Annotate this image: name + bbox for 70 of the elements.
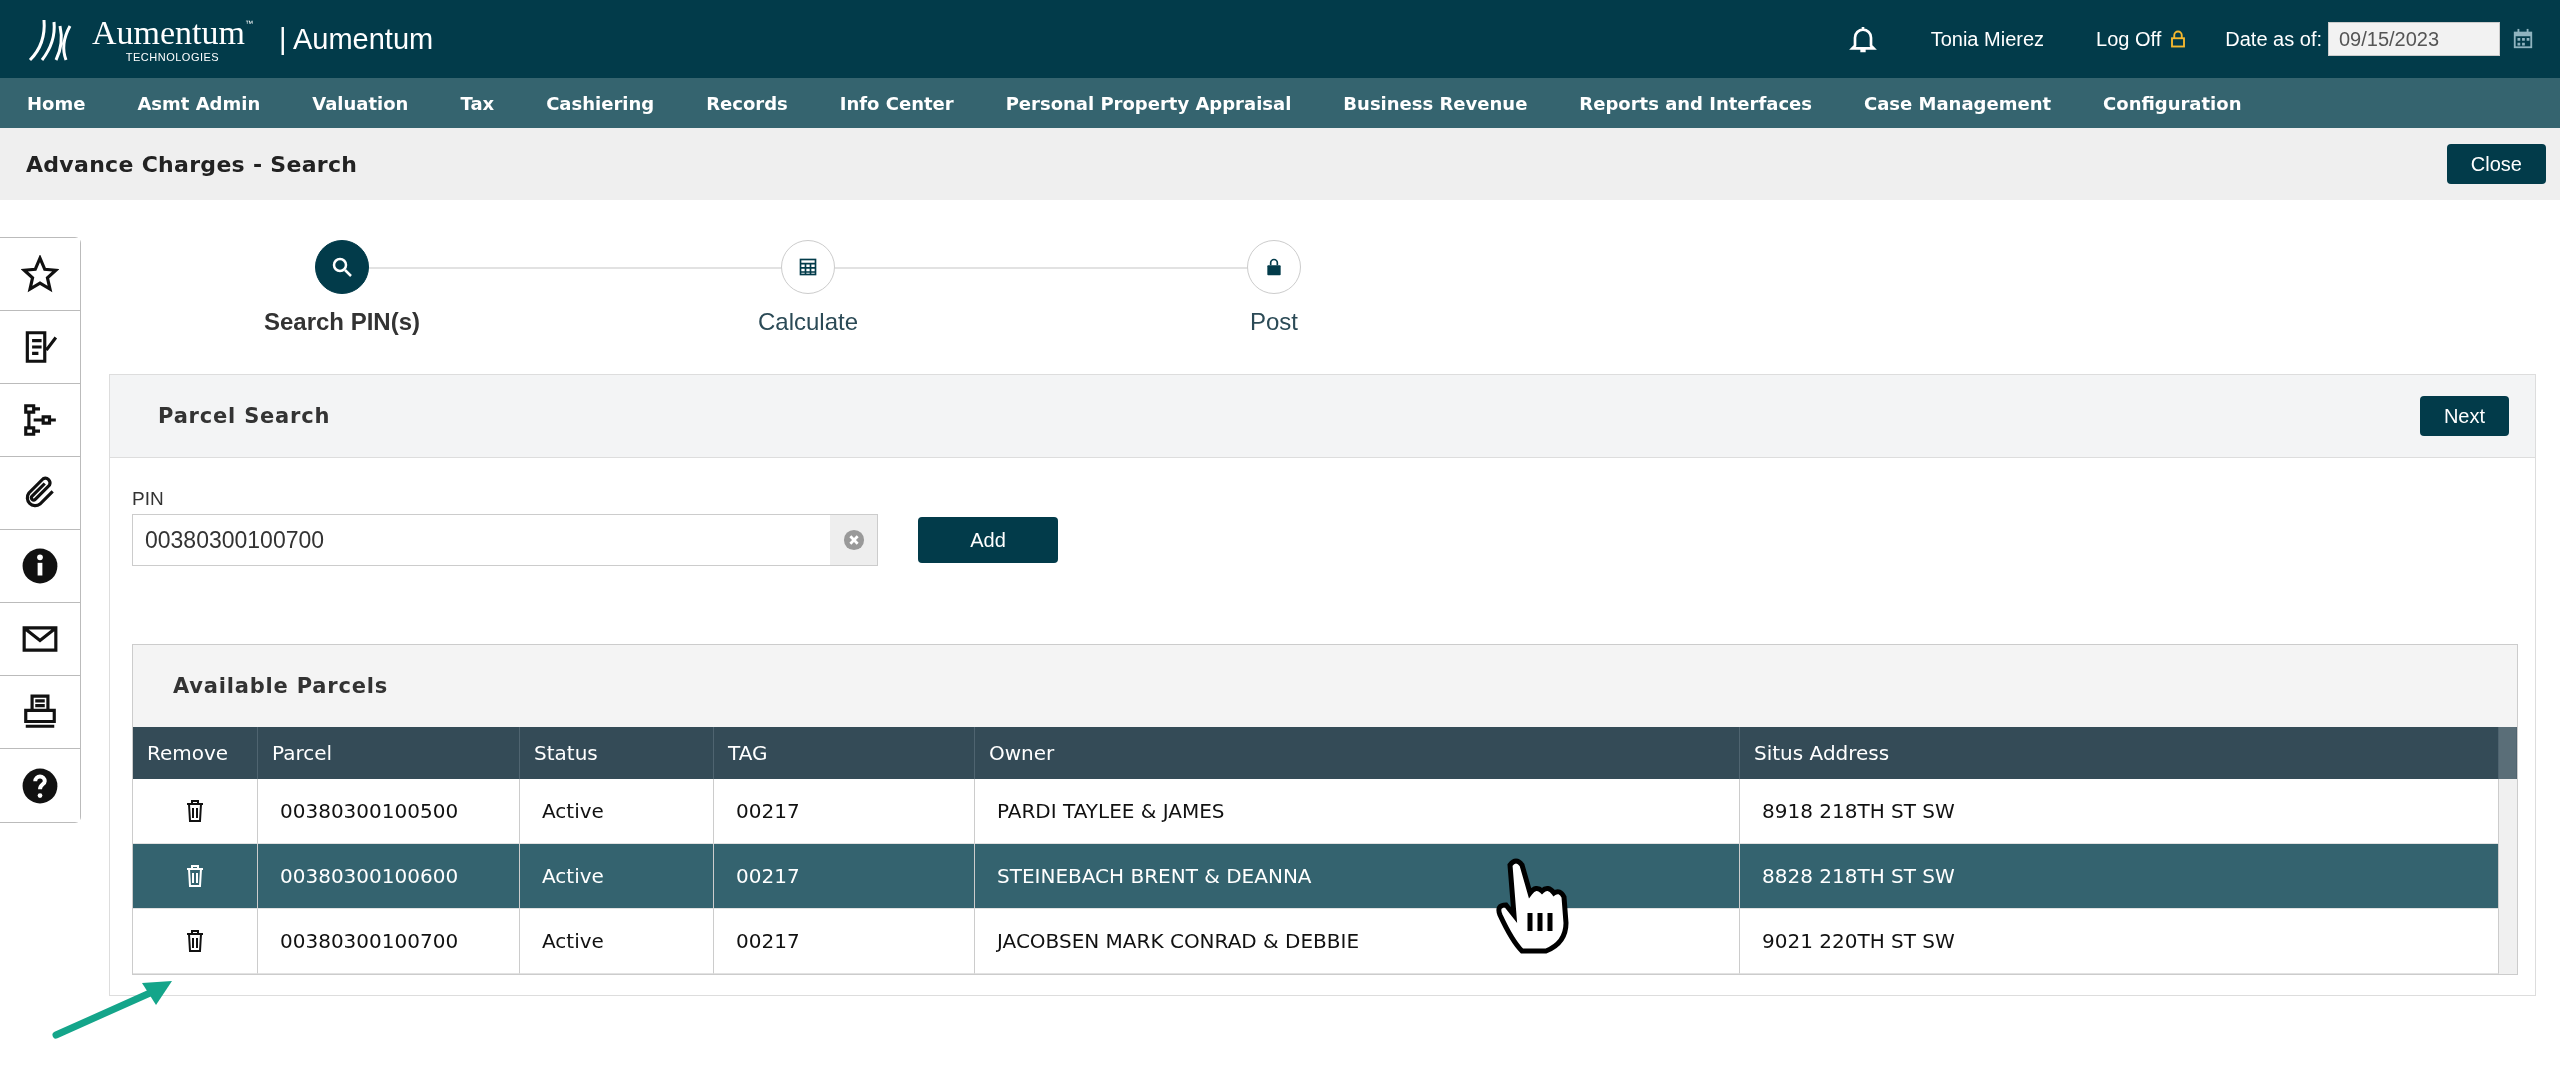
nav-menu-item[interactable]: Configuration xyxy=(2103,92,2242,114)
table-cell: 8918 218TH ST SW xyxy=(1740,779,2499,844)
table-cell: 8828 218TH ST SW xyxy=(1740,844,2499,909)
column-header: Remove xyxy=(133,727,258,779)
step-label: Calculate xyxy=(757,308,859,336)
column-header: Situs Address xyxy=(1740,727,2499,779)
app-title: | Aumentum xyxy=(279,22,434,56)
date-field[interactable]: 09/15/2023 xyxy=(2328,22,2500,56)
table-cell: 00217 xyxy=(714,779,975,844)
table-cell: Active xyxy=(520,779,714,844)
calculator-icon xyxy=(798,257,818,277)
help-icon xyxy=(21,766,59,805)
step-label: Post xyxy=(1250,308,1298,336)
date-label: Date as of: xyxy=(2225,27,2322,51)
nav-menu-item[interactable]: Personal Property Appraisal xyxy=(1005,92,1292,114)
scrollbar-corner xyxy=(2499,727,2517,779)
step-label: Search PIN(s) xyxy=(263,308,421,336)
log-off-link[interactable]: Log Off xyxy=(2096,27,2188,51)
nav-menu-item[interactable]: Reports and Interfaces xyxy=(1579,92,1812,114)
add-button[interactable]: Add xyxy=(918,517,1058,563)
nav-menu-item[interactable]: Records xyxy=(706,92,788,114)
nav-menu-item[interactable]: Business Revenue xyxy=(1343,92,1528,114)
delete-button[interactable] xyxy=(185,799,205,823)
nav-menu-item[interactable]: Info Center xyxy=(839,92,954,114)
trademark-mark: ™ xyxy=(245,19,253,28)
page-title: Advance Charges - Search xyxy=(26,151,358,177)
step-circle[interactable] xyxy=(315,240,369,294)
column-header: TAG xyxy=(714,727,975,779)
table-cell: 00217 xyxy=(714,909,975,974)
user-name: Tonia Mierez xyxy=(1930,27,2045,51)
close-button[interactable]: Close xyxy=(2446,144,2546,184)
table-cell: PARDI TAYLEE & JAMES xyxy=(975,779,1740,844)
lock-icon xyxy=(1264,257,1284,277)
printer-icon xyxy=(21,693,59,731)
star-icon xyxy=(21,255,59,293)
panel-title: Available Parcels xyxy=(173,674,389,698)
next-button[interactable]: Next xyxy=(2419,396,2509,436)
column-header: Owner xyxy=(975,727,1740,779)
trash-icon xyxy=(185,929,205,953)
nav-menu-item[interactable]: Cashiering xyxy=(546,92,655,114)
table-cell: 00380300100600 xyxy=(258,844,520,909)
table-cell: Active xyxy=(520,909,714,974)
column-header: Status xyxy=(520,727,714,779)
nav-menu-item[interactable]: Home xyxy=(27,92,86,114)
scrollbar[interactable] xyxy=(2499,779,2517,974)
table-cell: 00380300100500 xyxy=(258,779,520,844)
nav-menu-item[interactable]: Case Management xyxy=(1864,92,2052,114)
hierarchy-icon xyxy=(21,401,59,439)
trash-icon xyxy=(185,799,205,823)
info-icon xyxy=(21,547,59,585)
trash-icon xyxy=(185,864,205,888)
nav-menu-item[interactable]: Valuation xyxy=(312,92,409,114)
table-cell: Active xyxy=(520,844,714,909)
panel-title: Parcel Search xyxy=(158,404,331,428)
table-cell: 00217 xyxy=(714,844,975,909)
nav-menu-item[interactable]: Asmt Admin xyxy=(137,92,261,114)
search-icon xyxy=(330,255,354,279)
sidebar-tool-button[interactable] xyxy=(0,238,80,311)
table-cell: STEINEBACH BRENT & DEANNA xyxy=(975,844,1740,909)
lock-icon xyxy=(2169,28,2188,50)
column-header: Parcel xyxy=(258,727,520,779)
logo-subtitle: TECHNOLOGIES xyxy=(125,51,220,63)
nav-menu-item[interactable]: Tax xyxy=(460,92,495,114)
calendar-icon[interactable] xyxy=(2512,28,2534,50)
table-cell: 9021 220TH ST SW xyxy=(1740,909,2499,974)
table-cell: JACOBSEN MARK CONRAD & DEBBIE xyxy=(975,909,1740,974)
delete-button[interactable] xyxy=(185,929,205,953)
logo-wordmark: Aumentum xyxy=(92,15,245,50)
pin-label: PIN xyxy=(132,488,165,510)
table-cell: 00380300100700 xyxy=(258,909,520,974)
